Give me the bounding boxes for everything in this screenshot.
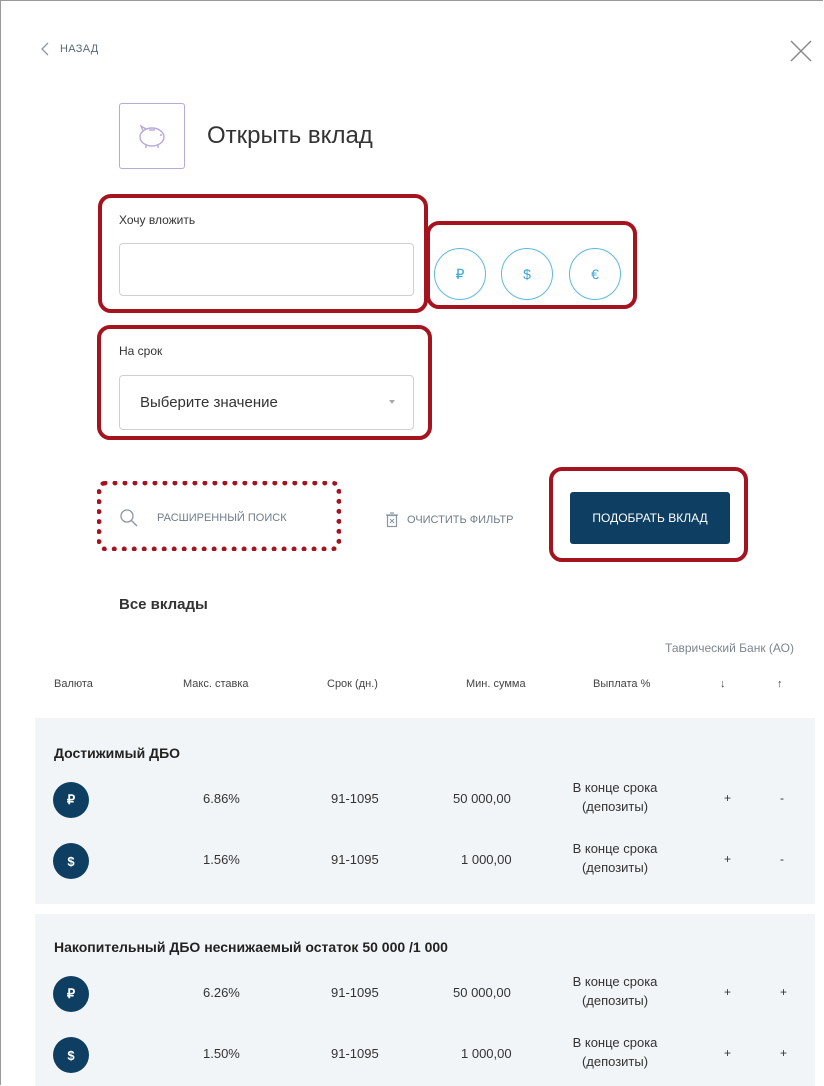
payout-line2: (депозиты) [581,993,649,1008]
replenish-indicator: + [724,852,732,866]
rate-cell: 1.56% [203,852,240,867]
currency-usd-button[interactable]: $ [501,248,553,300]
payout-line1: В конце срока [572,780,658,795]
rate-cell: 1.50% [203,1046,240,1061]
term-cell: 91-1095 [331,985,379,1000]
payout-cell: В конце срока (депозиты) [555,839,675,877]
rate-cell: 6.26% [203,985,240,1000]
payout-line2: (депозиты) [581,1054,649,1069]
column-header-rate[interactable]: Макс. ставка [183,678,249,690]
term-select-value: Выберите значение [140,394,278,411]
payout-line2: (депозиты) [581,799,649,814]
page-title: Открыть вклад [207,122,373,149]
currency-usd-icon: $ [53,1037,89,1073]
min-sum-cell: 1 000,00 [461,1046,512,1061]
payout-cell: В конце срока (депозиты) [555,778,675,816]
chevron-left-icon [41,42,49,56]
advanced-search-label: РАСШИРЕННЫЙ ПОИСК [157,512,287,524]
withdraw-indicator: - [780,852,784,866]
amount-input[interactable] [119,243,414,296]
amount-label: Хочу вложить [119,213,196,227]
table-row[interactable]: ₽ 6.26% 91-1095 50 000,00 В конце срока … [35,969,815,1019]
term-label: На срок [119,344,163,358]
find-deposit-button[interactable]: ПОДОБРАТЬ ВКЛАД [570,492,730,544]
withdraw-indicator: + [780,1046,788,1060]
payout-line1: В конце срока [572,841,658,856]
min-sum-cell: 50 000,00 [453,791,511,806]
payout-cell: В конце срока (депозиты) [555,1033,675,1071]
sort-down-icon[interactable]: ↓ [720,678,726,690]
column-header-payout[interactable]: Выплата % [593,678,650,690]
column-header-term[interactable]: Срок (дн.) [327,678,378,690]
table-row[interactable]: $ 1.50% 91-1095 1 000,00 В конце срока (… [35,1030,815,1080]
column-header-currency[interactable]: Валюта [54,678,93,690]
replenish-indicator: + [724,1046,732,1060]
search-icon [120,509,138,527]
deposit-group: Накопительный ДБО неснижаемый остаток 50… [35,914,815,1086]
term-select[interactable]: Выберите значение [119,375,414,430]
trash-icon [386,512,398,528]
min-sum-cell: 1 000,00 [461,852,512,867]
min-sum-cell: 50 000,00 [453,985,511,1000]
currency-usd-icon: $ [53,843,89,879]
payout-line2: (депозиты) [581,860,649,875]
currency-rub-button[interactable]: ₽ [434,248,486,300]
currency-rub-icon: ₽ [53,976,89,1012]
deposit-group: Достижимый ДБО ₽ 6.86% 91-1095 50 000,00… [35,718,815,904]
back-label: НАЗАД [60,43,99,55]
piggy-bank-icon [119,103,185,169]
payout-line1: В конце срока [572,1035,658,1050]
column-header-min-sum[interactable]: Мин. сумма [466,678,526,690]
table-row[interactable]: ₽ 6.86% 91-1095 50 000,00 В конце срока … [35,775,815,825]
clear-filter-label: ОЧИСТИТЬ ФИЛЬТР [407,514,514,526]
rate-cell: 6.86% [203,791,240,806]
term-cell: 91-1095 [331,791,379,806]
close-icon[interactable] [788,38,814,64]
deposit-group-title: Достижимый ДБО [54,745,181,761]
withdraw-indicator: + [780,985,788,999]
term-cell: 91-1095 [331,1046,379,1061]
payout-cell: В конце срока (депозиты) [555,972,675,1010]
table-row[interactable]: $ 1.56% 91-1095 1 000,00 В конце срока (… [35,836,815,886]
replenish-indicator: + [724,791,732,805]
deposit-group-title: Накопительный ДБО неснижаемый остаток 50… [54,939,448,955]
bank-name: Таврический Банк (АО) [665,641,794,655]
replenish-indicator: + [724,985,732,999]
withdraw-indicator: - [780,791,784,805]
payout-line1: В конце срока [572,974,658,989]
sort-up-icon[interactable]: ↑ [777,678,783,690]
currency-rub-icon: ₽ [53,782,89,818]
results-title: Все вклады [119,596,208,613]
back-link[interactable]: НАЗАД [40,42,98,56]
clear-filter-link[interactable]: ОЧИСТИТЬ ФИЛЬТР [385,512,513,528]
advanced-search-link[interactable]: РАСШИРЕННЫЙ ПОИСК [119,508,287,528]
term-cell: 91-1095 [331,852,379,867]
currency-eur-button[interactable]: € [569,248,621,300]
caret-down-icon [389,400,395,404]
